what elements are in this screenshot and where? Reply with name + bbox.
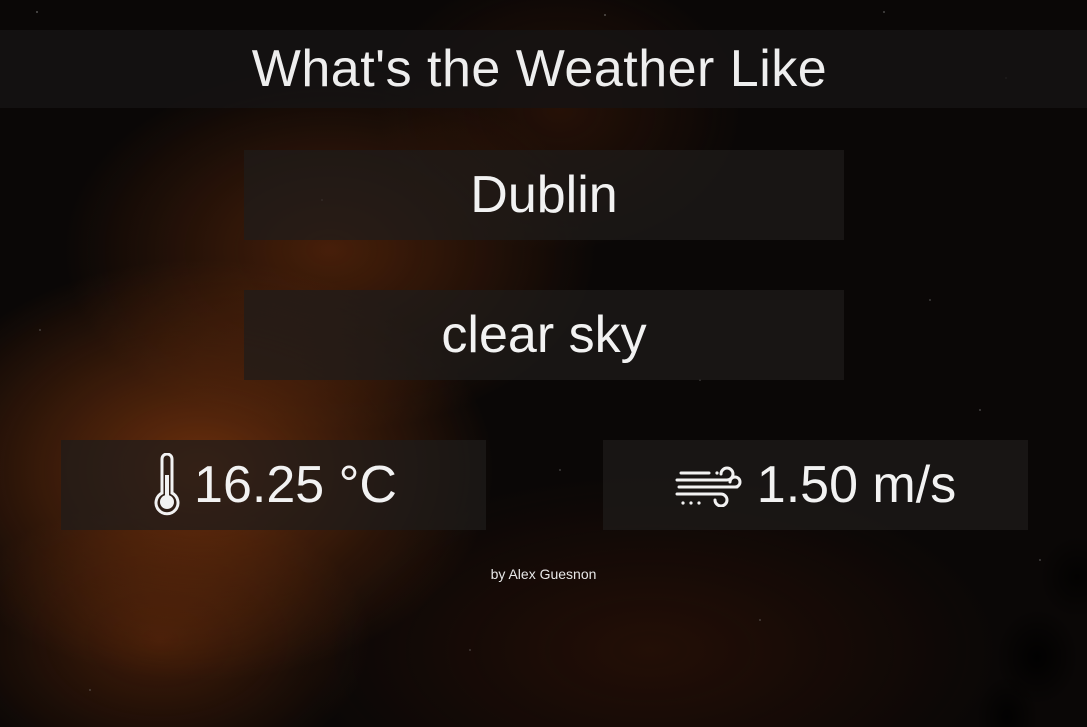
weather-description: clear sky bbox=[441, 306, 647, 364]
thermometer-icon bbox=[150, 453, 184, 517]
header-bar: What's the Weather Like bbox=[0, 30, 1087, 108]
wind-panel: 1.50 m/s bbox=[603, 440, 1028, 530]
wind-icon bbox=[675, 463, 747, 507]
temperature-panel: 16.25 °C bbox=[61, 440, 486, 530]
author-credit: by Alex Guesnon bbox=[490, 566, 597, 582]
temperature-value: 16.25 °C bbox=[194, 456, 397, 514]
city-name: Dublin bbox=[470, 166, 618, 224]
city-panel: Dublin bbox=[244, 150, 844, 240]
wind-speed-value: 1.50 m/s bbox=[756, 456, 957, 514]
page-title: What's the Weather Like bbox=[251, 40, 828, 98]
condition-panel: clear sky bbox=[244, 290, 844, 380]
